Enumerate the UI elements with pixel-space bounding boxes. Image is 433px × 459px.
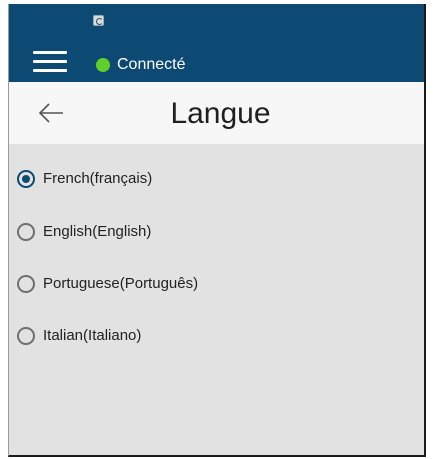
menu-line bbox=[33, 69, 67, 72]
menu-line bbox=[33, 60, 67, 63]
radio-button[interactable] bbox=[17, 275, 35, 293]
language-option-french[interactable]: French(français) bbox=[17, 167, 152, 191]
radio-button[interactable] bbox=[17, 327, 35, 345]
page-header: Langue bbox=[9, 82, 424, 144]
menu-line bbox=[33, 51, 67, 54]
hamburger-menu-icon[interactable] bbox=[33, 49, 67, 77]
language-option-label: French(français) bbox=[43, 170, 153, 187]
page-title: Langue bbox=[170, 97, 271, 130]
language-option-english[interactable]: English(English) bbox=[17, 220, 151, 244]
top-bar: Connecté bbox=[9, 4, 424, 82]
radio-button[interactable] bbox=[17, 170, 35, 188]
device-frame: Connecté Langue French(français) English… bbox=[0, 0, 433, 459]
language-option-portuguese[interactable]: Portuguese(Português) bbox=[17, 272, 198, 296]
radio-button[interactable] bbox=[17, 223, 35, 241]
connection-status-text: Connecté bbox=[117, 56, 186, 73]
language-option-label: Portuguese(Português) bbox=[43, 275, 199, 292]
language-option-label: English(English) bbox=[43, 223, 152, 240]
app-screen: Connecté Langue French(français) English… bbox=[8, 4, 426, 457]
language-option-italian[interactable]: Italian(Italiano) bbox=[17, 324, 141, 348]
language-option-label: Italian(Italiano) bbox=[43, 327, 142, 344]
app-notification-icon bbox=[93, 15, 104, 26]
connection-status-dot bbox=[96, 58, 110, 72]
connection-status: Connecté bbox=[96, 55, 186, 75]
